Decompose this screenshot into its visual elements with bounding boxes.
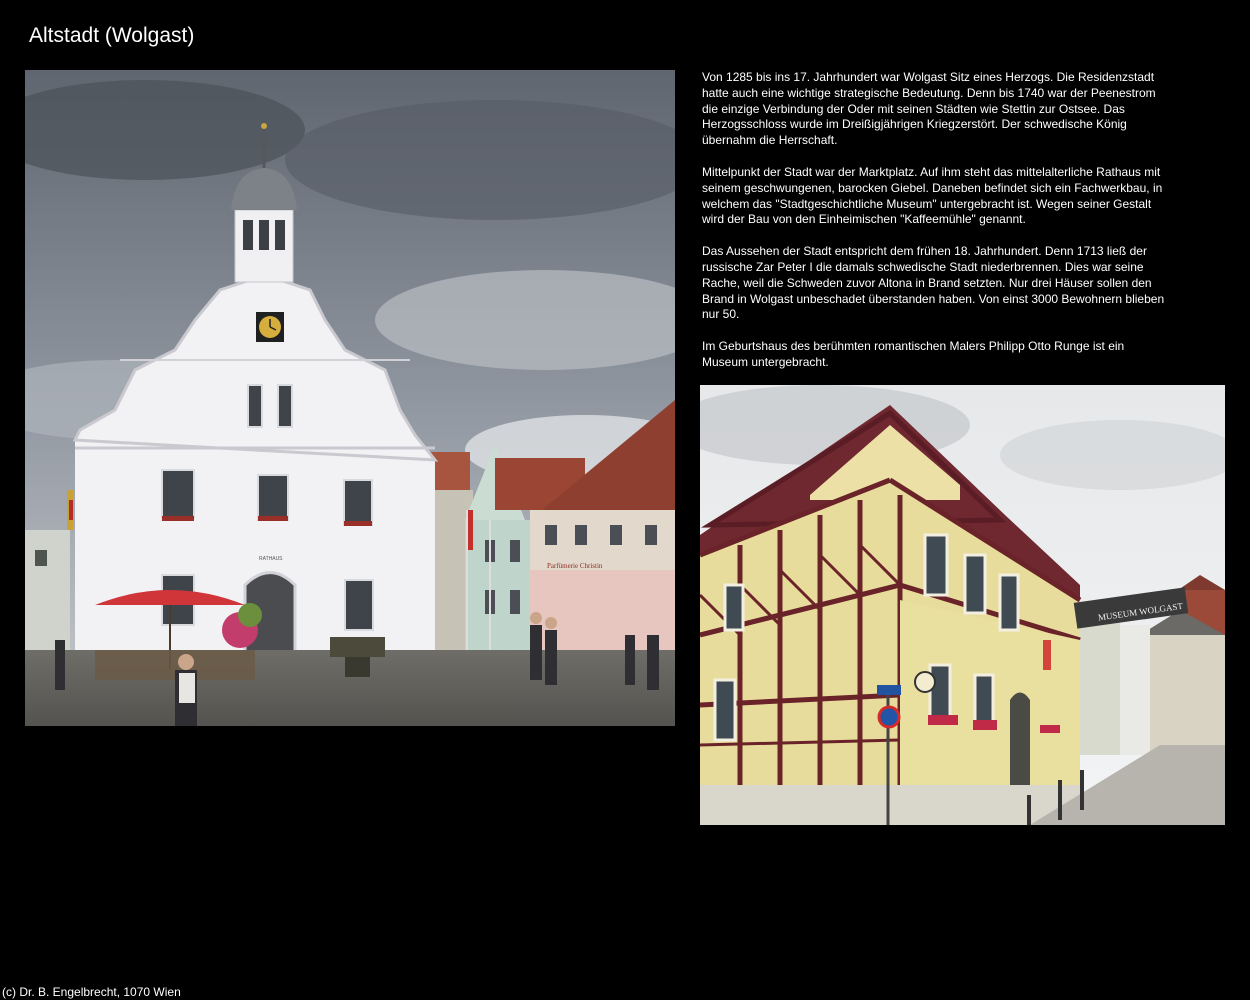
paragraph: Im Geburtshaus des berühmten romantische… <box>702 339 1125 369</box>
museum-photo: MUSEUM WOLGAST <box>700 385 1225 825</box>
page-title: Altstadt (Wolgast) <box>29 24 195 47</box>
paragraph: Das Aussehen der Stadt entspricht dem fr… <box>702 244 1165 322</box>
description-text: Von 1285 bis ins 17. Jahrhundert war Wol… <box>702 70 1172 387</box>
paragraph: Von 1285 bis ins 17. Jahrhundert war Wol… <box>702 70 1156 148</box>
rathaus-sign: RATHAUS <box>259 556 283 562</box>
shop-sign: Parfümerie Christin <box>547 562 603 570</box>
town-hall-photo: Parfümerie Christin RATHAUS <box>25 70 675 726</box>
copyright-footer: (c) Dr. B. Engelbrecht, 1070 Wien <box>2 985 181 999</box>
paragraph: Mittelpunkt der Stadt war der Marktplatz… <box>702 164 1163 227</box>
